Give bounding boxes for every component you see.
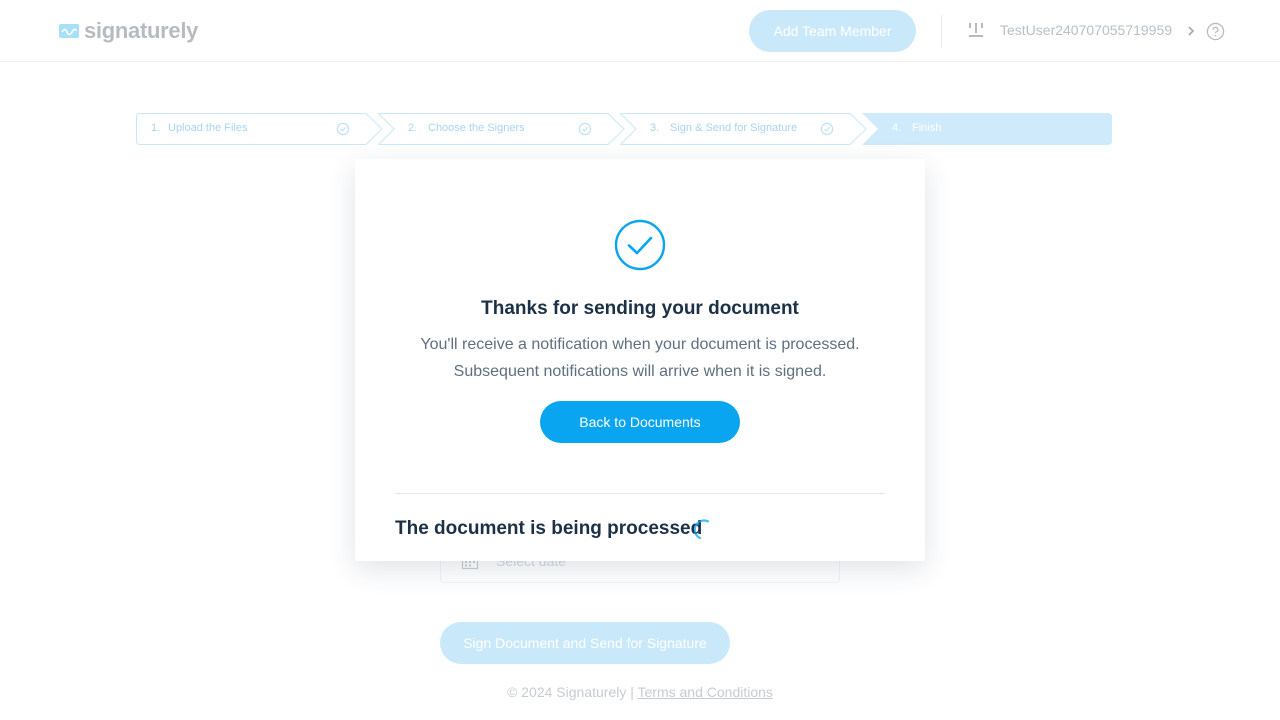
terms-link[interactable]: Terms and Conditions (638, 684, 773, 700)
logo[interactable]: signaturely (58, 18, 198, 44)
user-avatar-icon[interactable] (966, 21, 986, 41)
step-number: 2. (408, 122, 418, 134)
step-label: Choose the Signers (428, 122, 525, 134)
header-divider (941, 15, 942, 47)
chevron-right-icon[interactable] (1186, 24, 1196, 38)
back-to-documents-button[interactable]: Back to Documents (540, 401, 740, 443)
sign-and-send-button[interactable]: Sign Document and Send for Signature (440, 622, 730, 664)
check-circle-icon (820, 122, 834, 136)
step-sign-send: 3. Sign & Send for Signature (620, 113, 870, 145)
modal-divider (395, 493, 885, 494)
modal-subtitle-line: You'll receive a notification when your … (420, 336, 860, 353)
step-number: 4. (892, 122, 902, 134)
logo-icon (59, 24, 79, 38)
modal-subtitle: You'll receive a notification when your … (385, 331, 895, 385)
loading-spinner-icon (694, 519, 710, 540)
copyright-text: © 2024 Signaturely | (507, 684, 634, 700)
success-check-icon (614, 219, 666, 271)
step-choose-signers: 2. Choose the Signers (378, 113, 628, 145)
top-header: signaturely Add Team Member TestUser2407… (0, 0, 1280, 62)
step-finish: 4. Finish (862, 113, 1112, 145)
step-upload-files: 1. Upload the Files (136, 113, 386, 145)
logo-text: signaturely (84, 18, 199, 43)
user-name[interactable]: TestUser240707055719959 (1000, 22, 1172, 38)
processing-status: The document is being processed (395, 518, 703, 539)
modal-subtitle-line: Subsequent notifications will arrive whe… (453, 363, 827, 380)
add-team-member-button[interactable]: Add Team Member (749, 10, 916, 52)
step-label: Finish (912, 122, 942, 134)
step-number: 1. (151, 122, 161, 134)
page: signaturely Add Team Member TestUser2407… (0, 0, 1280, 720)
check-circle-icon (578, 122, 592, 136)
step-number: 3. (650, 122, 660, 134)
step-label: Upload the Files (168, 122, 248, 134)
check-circle-icon (336, 122, 350, 136)
help-icon[interactable] (1206, 22, 1225, 41)
step-label: Sign & Send for Signature (670, 122, 798, 134)
success-modal: Thanks for sending your document You'll … (355, 159, 925, 561)
modal-title: Thanks for sending your document (481, 298, 799, 319)
footer: © 2024 Signaturely | Terms and Condition… (0, 684, 1280, 700)
progress-stepper: 1. Upload the Files 2. Choose the Signer… (136, 113, 1112, 145)
